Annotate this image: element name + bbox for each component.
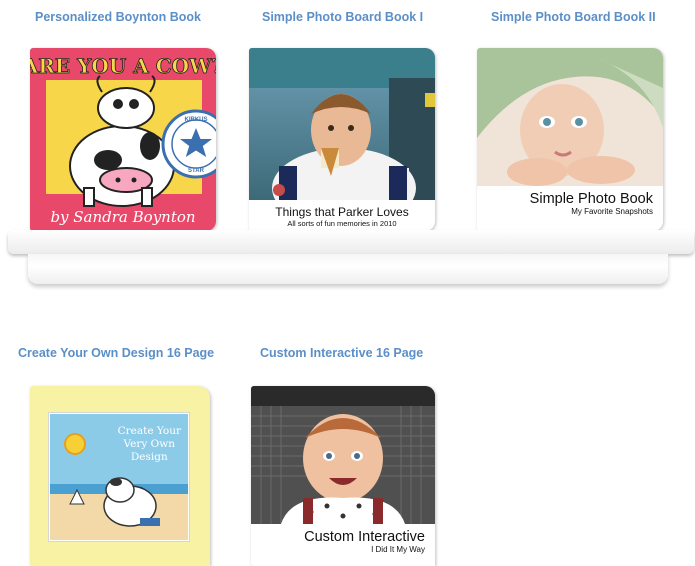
- book-cover-photo-board-2[interactable]: Simple Photo Book My Favorite Snapshots: [477, 48, 663, 231]
- design-cover-text: Create Your Very Own Design: [118, 425, 181, 464]
- badge-top-text: KIRKUS: [184, 117, 207, 123]
- baby-photo: [477, 48, 663, 186]
- boynton-cover-author: by Sandra Boynton: [50, 208, 195, 226]
- book-cover-photo-board-1[interactable]: Things that Parker Loves All sorts of fu…: [249, 48, 435, 231]
- caption-main: Custom Interactive: [304, 529, 425, 545]
- caption-sub: My Favorite Snapshots: [571, 207, 653, 216]
- design-frame: Create Your Very Own Design: [48, 412, 190, 542]
- book-cover-create-own-design[interactable]: Create Your Very Own Design: [30, 386, 210, 566]
- design-cover-line: Very Own: [123, 438, 176, 450]
- boynton-cover-art: ARE YOU A COW? by Sandra Boynton KIRKUS …: [30, 54, 216, 226]
- boy-photo: [249, 48, 435, 200]
- book-cover-boynton[interactable]: ARE YOU A COW? by Sandra Boynton KIRKUS …: [30, 48, 216, 231]
- boynton-cover-title: ARE YOU A COW?: [30, 54, 216, 78]
- shelf-bottom: [28, 254, 668, 284]
- book-title-photo-board-2[interactable]: Simple Photo Board Book II: [491, 10, 656, 24]
- design-cover-line: Create Your: [117, 425, 181, 437]
- book-cover-custom-interactive[interactable]: Custom Interactive I Did It My Way: [251, 386, 435, 566]
- caption-sub: I Did It My Way: [371, 545, 425, 554]
- caption-main: Simple Photo Book: [529, 191, 653, 207]
- caption-main: Things that Parker Loves: [275, 205, 409, 219]
- kirkus-star-badge: KIRKUS STAR: [161, 109, 216, 179]
- toddler-photo: [251, 386, 435, 524]
- shelf-top: [8, 230, 694, 254]
- book-title-boynton[interactable]: Personalized Boynton Book: [35, 10, 201, 24]
- book-title-create-own-design[interactable]: Create Your Own Design 16 Page: [18, 346, 214, 360]
- book-title-photo-board-1[interactable]: Simple Photo Board Book I: [262, 10, 423, 24]
- badge-bottom-text: STAR: [188, 168, 205, 174]
- caption-sub: All sorts of fun memories in 2010: [287, 219, 397, 228]
- design-cover-line: Design: [130, 451, 168, 463]
- book-title-custom-interactive[interactable]: Custom Interactive 16 Page: [260, 346, 423, 360]
